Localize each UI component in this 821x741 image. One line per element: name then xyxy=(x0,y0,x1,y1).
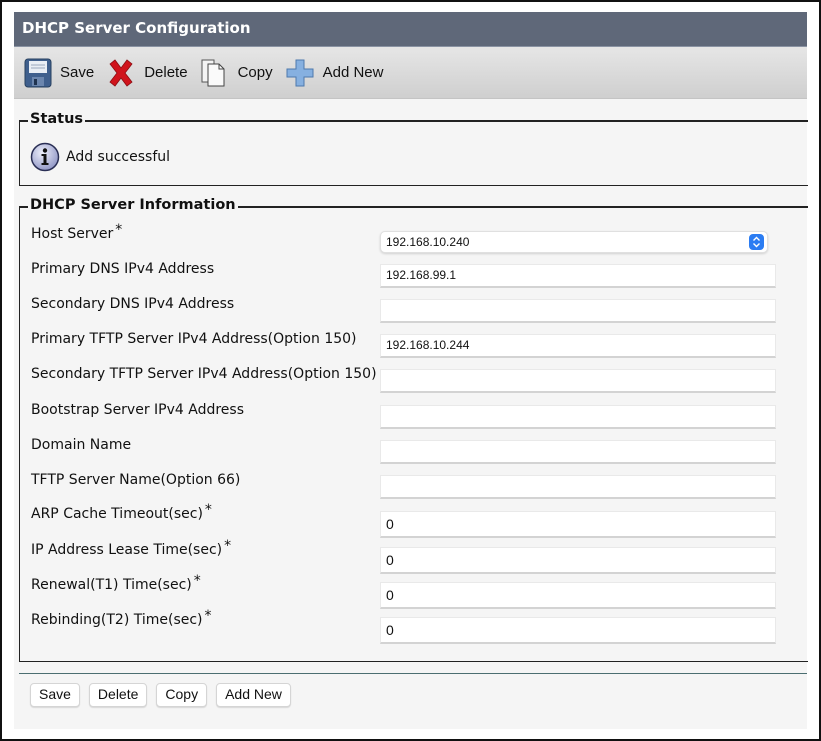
renewal-time-row: Renewal(T1) Time(sec) * 0 xyxy=(20,573,808,609)
secondary-tftp-label: Secondary TFTP Server IPv4 Address(Optio… xyxy=(31,366,377,382)
required-asterisk: * xyxy=(204,502,212,518)
primary-dns-label: Primary DNS IPv4 Address xyxy=(31,261,215,277)
toolbar-save-label: Save xyxy=(60,64,95,81)
toolbar-delete-button[interactable]: Delete xyxy=(106,58,188,88)
secondary-dns-input[interactable] xyxy=(380,299,776,323)
toolbar-delete-label: Delete xyxy=(144,64,188,81)
required-asterisk: * xyxy=(224,538,232,554)
domain-name-label: Domain Name xyxy=(31,437,132,453)
toolbar-add-new-label: Add New xyxy=(322,64,384,81)
info-icon xyxy=(30,142,60,172)
bottom-divider xyxy=(19,673,807,674)
blue-plus-icon xyxy=(286,59,314,86)
bottom-copy-button[interactable]: Copy xyxy=(156,683,208,707)
lease-time-label: IP Address Lease Time(sec) * xyxy=(31,538,232,558)
bottom-button-bar: Save Delete Copy Add New xyxy=(30,683,300,707)
secondary-tftp-row: Secondary TFTP Server IPv4 Address(Optio… xyxy=(20,366,808,396)
tftp-server-name-input[interactable] xyxy=(380,475,776,499)
window-frame: DHCP Server Configuration Save Delete Co… xyxy=(0,0,821,741)
bootstrap-server-label: Bootstrap Server IPv4 Address xyxy=(31,402,245,418)
domain-name-row: Domain Name xyxy=(20,437,808,467)
bootstrap-server-row: Bootstrap Server IPv4 Address xyxy=(20,402,808,432)
lease-time-input[interactable]: 0 xyxy=(380,547,776,574)
rebinding-time-row: Rebinding(T2) Time(sec) * 0 xyxy=(20,608,808,644)
host-server-label: Host Server * xyxy=(31,222,123,242)
required-asterisk: * xyxy=(193,573,201,589)
lease-time-row: IP Address Lease Time(sec) * 0 xyxy=(20,538,808,574)
toolbar: Save Delete Copy Add New xyxy=(14,47,807,99)
required-asterisk: * xyxy=(115,222,123,238)
rebinding-time-input[interactable]: 0 xyxy=(380,617,776,644)
bootstrap-server-input[interactable] xyxy=(380,405,776,429)
secondary-dns-row: Secondary DNS IPv4 Address xyxy=(20,296,808,326)
status-legend: Status xyxy=(28,111,86,127)
toolbar-copy-label: Copy xyxy=(237,64,273,81)
rebinding-time-label: Rebinding(T2) Time(sec) * xyxy=(31,608,212,628)
arp-cache-timeout-input[interactable]: 0 xyxy=(380,511,776,538)
bottom-save-button[interactable]: Save xyxy=(30,683,80,707)
red-x-icon xyxy=(109,58,133,87)
primary-dns-row: Primary DNS IPv4 Address 192.168.99.1 xyxy=(20,261,808,291)
arp-cache-timeout-row: ARP Cache Timeout(sec) * 0 xyxy=(20,502,808,538)
dhcp-server-information-section: DHCP Server Information Host Server * 192… xyxy=(19,197,808,662)
secondary-dns-label: Secondary DNS IPv4 Address xyxy=(31,296,235,312)
dhcp-config-page: DHCP Server Configuration Save Delete Co… xyxy=(14,12,808,729)
status-message-row: Add successful xyxy=(30,142,170,172)
toolbar-add-new-button[interactable]: Add New xyxy=(285,58,384,88)
tftp-server-name-label: TFTP Server Name(Option 66) xyxy=(31,472,241,488)
toolbar-copy-button[interactable]: Copy xyxy=(200,58,273,88)
bottom-delete-button[interactable]: Delete xyxy=(88,683,148,707)
select-chevron-icon xyxy=(749,234,764,250)
primary-tftp-input[interactable]: 192.168.10.244 xyxy=(380,334,776,358)
required-asterisk: * xyxy=(204,608,212,624)
host-server-select[interactable]: 192.168.10.240 xyxy=(380,231,768,253)
toolbar-save-button[interactable]: Save xyxy=(24,58,94,88)
status-section: Status Add successful xyxy=(19,111,808,186)
bottom-add-new-button[interactable]: Add New xyxy=(216,683,291,707)
primary-tftp-row: Primary TFTP Server IPv4 Address(Option … xyxy=(20,331,808,361)
arp-cache-timeout-label: ARP Cache Timeout(sec) * xyxy=(31,502,212,522)
secondary-tftp-input[interactable] xyxy=(380,369,776,393)
status-message: Add successful xyxy=(66,149,171,165)
host-server-row: Host Server * 192.168.10.240 xyxy=(20,222,808,256)
primary-tftp-label: Primary TFTP Server IPv4 Address(Option … xyxy=(31,331,357,347)
floppy-disk-icon xyxy=(24,58,52,87)
copy-pages-icon xyxy=(201,59,225,86)
dhcp-info-legend: DHCP Server Information xyxy=(28,197,238,213)
page-title: DHCP Server Configuration xyxy=(14,12,807,47)
primary-dns-input[interactable]: 192.168.99.1 xyxy=(380,264,776,288)
tftp-server-name-row: TFTP Server Name(Option 66) xyxy=(20,472,808,502)
domain-name-input[interactable] xyxy=(380,440,776,464)
renewal-time-label: Renewal(T1) Time(sec) * xyxy=(31,573,201,593)
renewal-time-input[interactable]: 0 xyxy=(380,582,776,609)
